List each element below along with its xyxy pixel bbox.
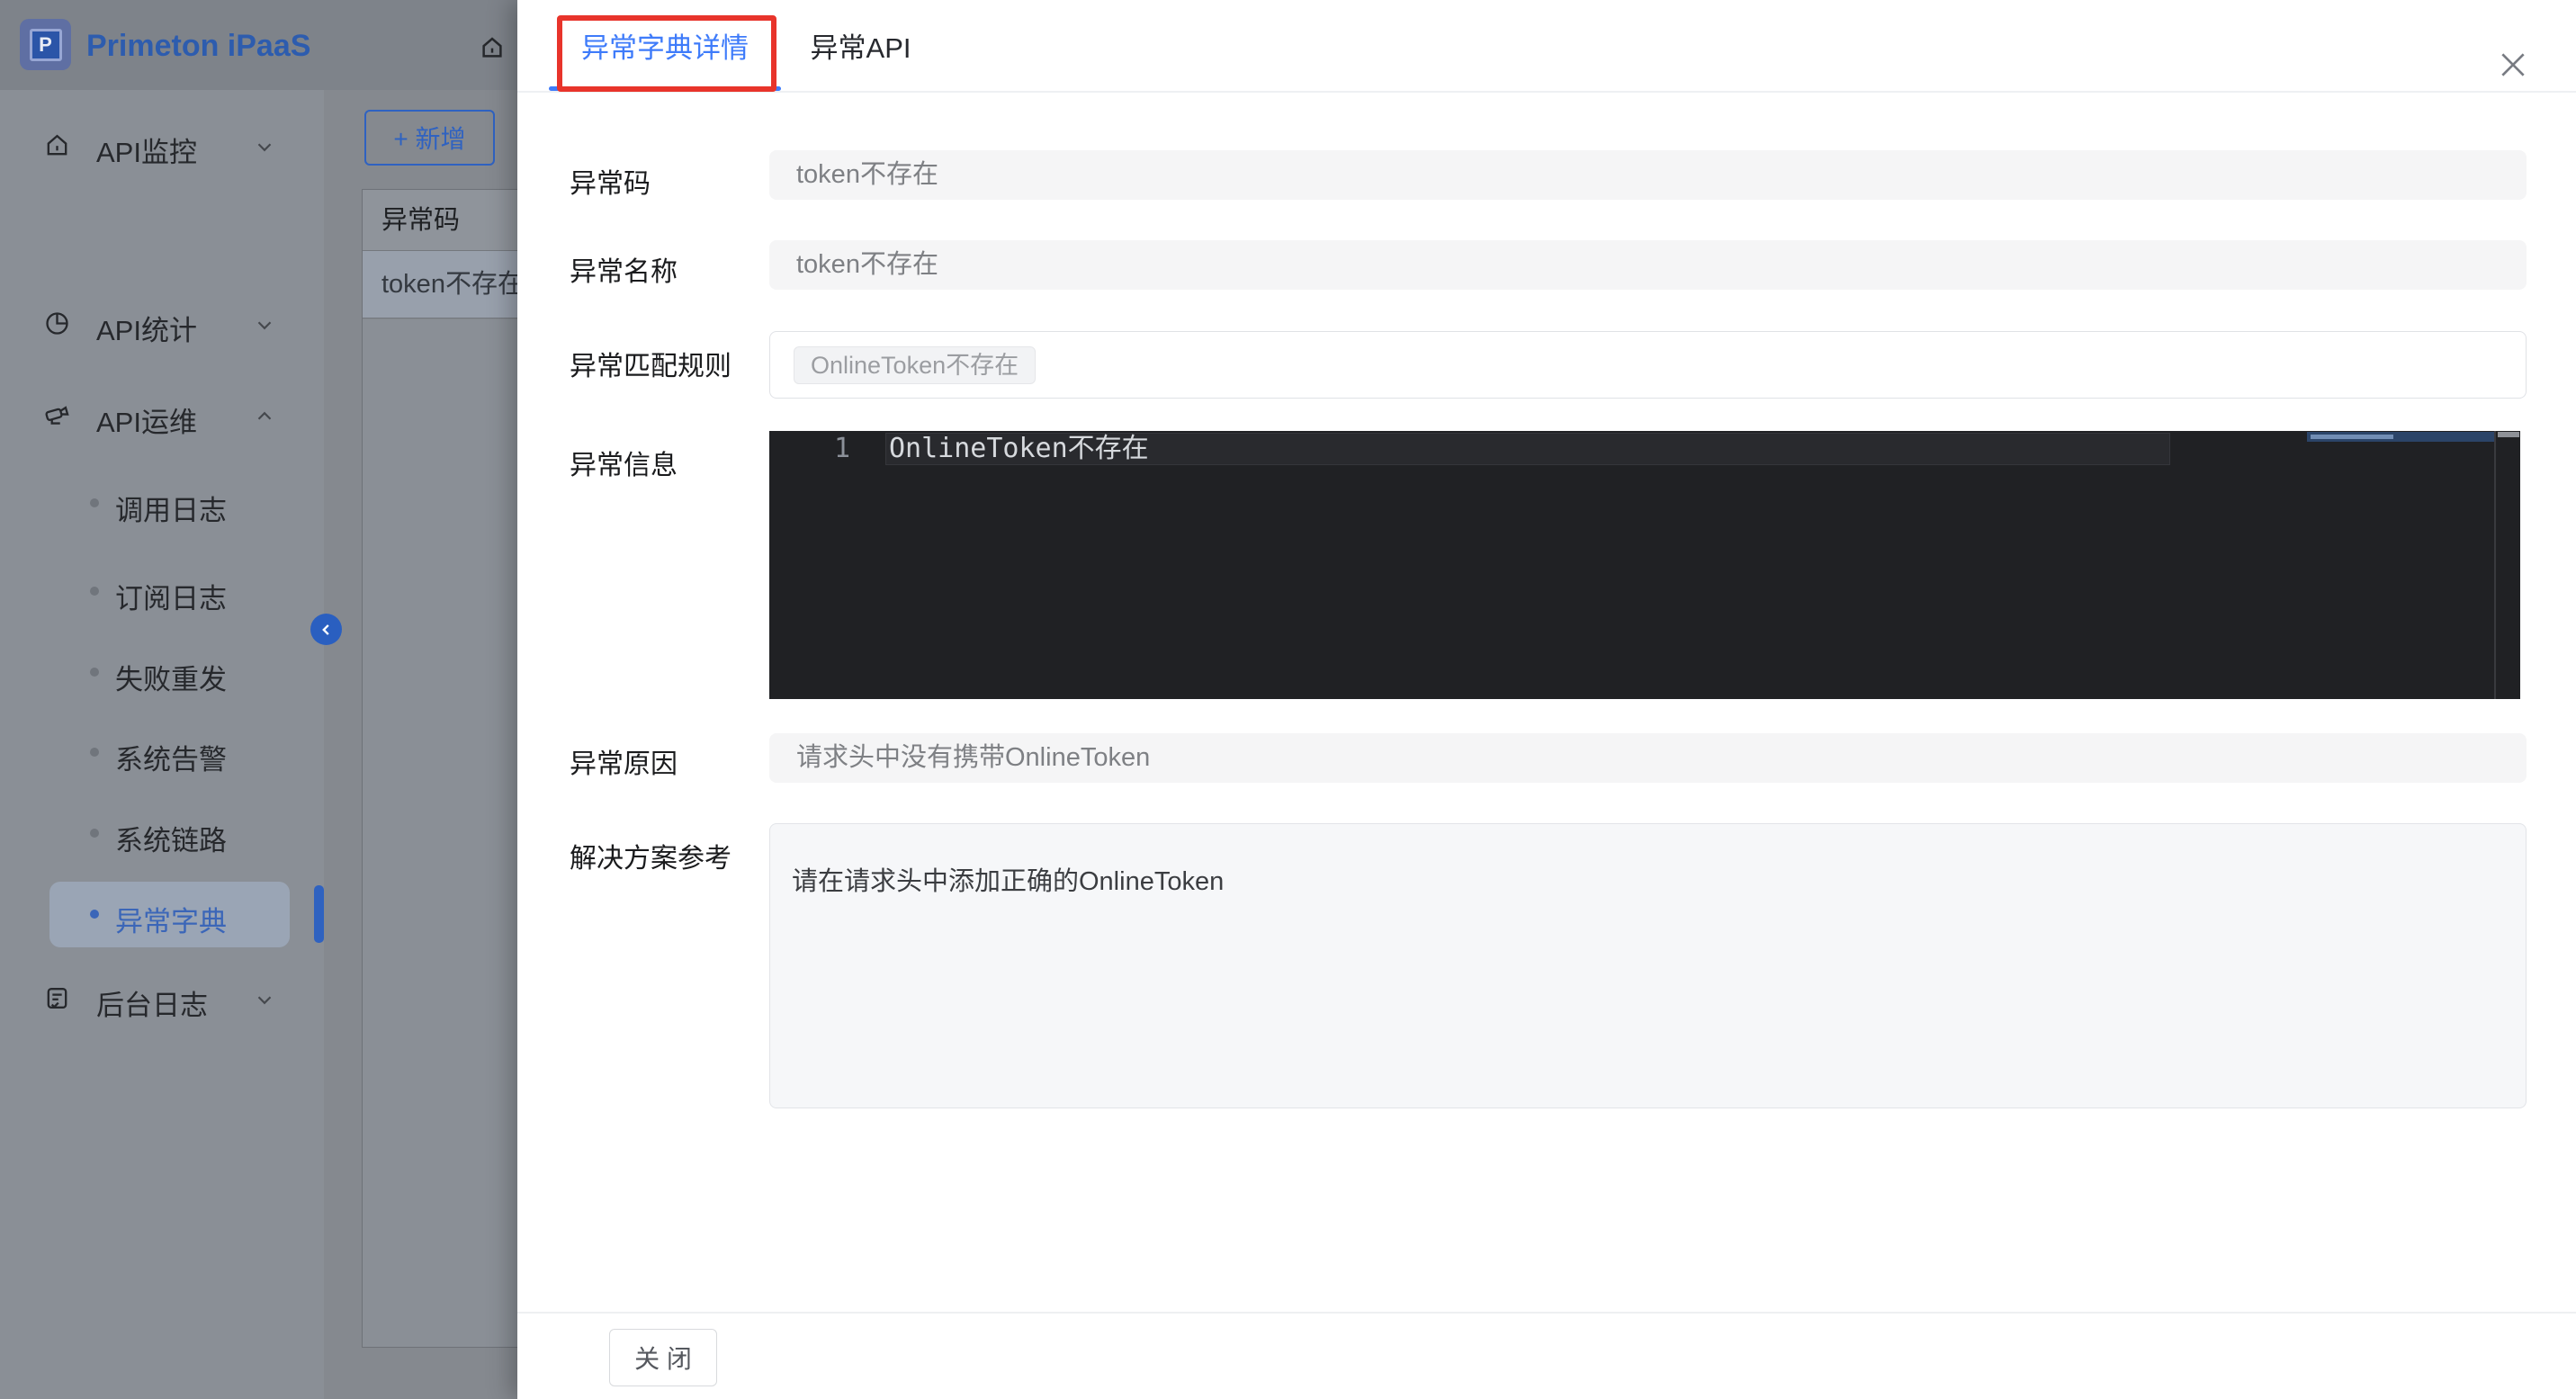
sidebar-item-system-alert[interactable]: 系统告警 [0,728,324,778]
sidebar-item-label: 后台日志 [96,982,208,1023]
bullet-icon [90,748,99,757]
editor-line-number: 1 [823,433,850,465]
editor-minimap-divider [2494,431,2496,699]
close-icon[interactable] [2495,47,2531,83]
exception-table: 异常码 token不存在 [362,189,518,1348]
sidebar-item-label: 调用日志 [115,488,227,528]
tabs-bar: 异常字典详情 异常API [517,0,2576,93]
field-label-match-rule: 异常匹配规则 [570,344,732,383]
match-rule-input[interactable]: OnlineToken不存在 [769,331,2527,399]
add-button[interactable]: + 新增 [364,110,495,166]
sidebar-item-backend-log[interactable]: 后台日志 [0,973,324,1024]
sidebar-item-label: 异常字典 [115,899,227,939]
field-label-exception-code: 异常码 [570,161,651,201]
sidebar-item-label: 系统链路 [115,818,227,858]
app-header: P Primeton iPaaS [0,0,517,91]
tab-exception-api[interactable]: 异常API [810,0,911,91]
table-pagination [363,1274,518,1347]
pie-chart-icon [43,309,71,337]
exception-name-input[interactable]: token不存在 [769,240,2527,290]
exception-message-code-editor[interactable]: 1 OnlineToken不存在 [769,431,2520,699]
sidebar-item-label: 系统告警 [115,737,227,777]
editor-code-text: OnlineToken不存在 [889,433,1149,465]
chevron-left-icon [317,620,337,640]
close-button[interactable]: 关 闭 [609,1329,717,1386]
sidebar-collapse-button[interactable] [310,614,342,645]
exception-reason-input[interactable]: 请求头中没有携带OnlineToken [769,733,2527,783]
sidebar-item-exception-dict[interactable]: 异常字典 [0,890,324,940]
chevron-down-icon [253,313,276,336]
sidebar-item-subscribe-log[interactable]: 订阅日志 [0,567,324,617]
editor-minimap-highlight [2307,432,2494,442]
sidebar-item-label: API监控 [96,130,197,170]
exception-code-input[interactable]: token不存在 [769,150,2527,200]
field-label-exception-name: 异常名称 [570,249,678,289]
detail-drawer: 异常字典详情 异常API 异常码 token不存在 异常名称 token不存在 … [517,0,2576,1399]
sidebar-item-api-ops[interactable]: API运维 [0,390,324,441]
editor-minimap-text-smudge [2311,435,2393,439]
solution-textarea[interactable]: 请在请求头中添加正确的OnlineToken [769,823,2527,1108]
bullet-icon [90,498,99,507]
brand-title: Primeton iPaaS [86,29,310,64]
home-icon[interactable] [479,33,506,62]
list-panel: + 新增 异常码 token不存在 [324,90,517,1399]
sidebar-item-system-link[interactable]: 系统链路 [0,809,324,859]
bullet-icon [90,587,99,596]
brand-logo-letter: P [30,29,62,61]
footer-divider [517,1312,2576,1314]
sidebar-item-label: API统计 [96,308,197,348]
field-label-exception-reason: 异常原因 [570,741,678,781]
match-rule-tag: OnlineToken不存在 [794,346,1036,384]
sidebar-item-label: 订阅日志 [115,576,227,616]
tab-label: 异常API [811,25,911,66]
sidebar: API监控 API统计 API运维 [0,90,325,1399]
brand-logo: P [20,19,71,70]
annotation-red-box [557,15,776,92]
table-row[interactable]: token不存在 [363,251,518,318]
sidebar-item-api-stats[interactable]: API统计 [0,299,324,349]
table-body-empty [363,319,518,1275]
editor-minimap[interactable] [2307,432,2494,699]
bullet-icon [90,668,99,677]
selected-item-indicator [314,885,324,943]
sidebar-item-fail-retry[interactable]: 失败重发 [0,648,324,698]
field-label-solution: 解决方案参考 [570,836,732,875]
home-outline-icon [43,131,71,159]
chevron-up-icon [253,405,276,428]
sidebar-item-label: API运维 [96,399,197,440]
table-header-cell: 异常码 [363,190,518,251]
field-label-exception-message: 异常信息 [570,443,678,482]
bullet-icon [90,829,99,838]
chevron-down-icon [253,988,276,1011]
editor-overview-ruler-marker [2498,432,2519,437]
sidebar-item-label: 失败重发 [115,657,227,697]
close-button-label: 关 闭 [634,1340,692,1376]
chevron-down-icon [253,135,276,158]
sidebar-item-api-monitor[interactable]: API监控 [0,121,324,171]
bullet-icon [90,910,99,919]
add-button-label: + 新增 [393,120,465,156]
sidebar-item-call-log[interactable]: 调用日志 [0,479,324,529]
monitor-camera-icon [43,401,71,429]
log-document-icon [43,984,71,1012]
screen: P Primeton iPaaS API监控 [0,0,2576,1399]
